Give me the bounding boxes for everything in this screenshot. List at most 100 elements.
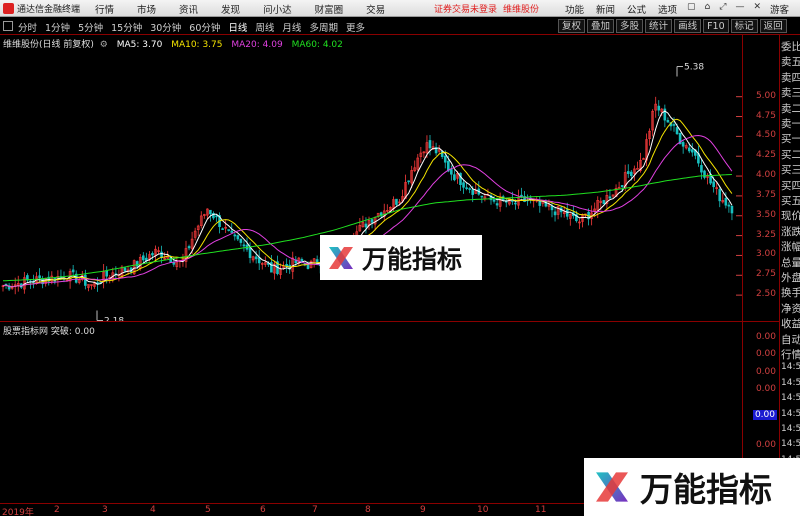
right-menu-item-0[interactable]: 功能 [565,2,584,16]
menu-item-4[interactable]: 问小达 [263,2,292,16]
candle-down [718,189,722,202]
candle-down [690,149,694,153]
side-panel-item: 收益 [781,318,800,331]
maximize-icon[interactable]: ⤢ [719,2,726,12]
menu-item-3[interactable]: 发现 [221,2,240,16]
home-icon[interactable]: ⌂ [705,2,711,12]
right-menu: 功能 新闻 公式 选项 [565,2,689,16]
candle-down [407,180,410,183]
menu-item-1[interactable]: 市场 [137,2,156,16]
guest-label[interactable]: 游客 [770,2,789,16]
candle-down [428,140,432,149]
tool-button-5[interactable]: F10 [703,19,729,33]
side-panel-item: 净资 [781,302,800,315]
candle-down [565,209,569,217]
candle-down [672,124,676,126]
indicator-tick: 0.00 [755,349,776,359]
side-panel-item: 买一 [781,133,800,146]
watermark-corner: 万能指标 [584,458,800,516]
tab-period-3[interactable]: 15分钟 [111,20,142,34]
tool-button-3[interactable]: 统计 [645,19,673,33]
side-panel-item: 14:56 [781,377,800,388]
date-tick: 3 [102,505,108,515]
candle-down [254,256,258,260]
side-panel-item: 自动 [781,333,800,346]
main-menu: 行情 市场 资讯 发现 问小达 财富圈 交易 [95,2,408,16]
candle-down [187,246,191,249]
tab-period-4[interactable]: 30分钟 [150,20,181,34]
tab-period-6[interactable]: 日线 [228,20,247,34]
right-menu-item-2[interactable]: 公式 [627,2,646,16]
candle-down [675,127,679,135]
watermark-center: 万能指标 [320,235,482,280]
candle-down [480,195,484,198]
tool-button-0[interactable]: 复权 [558,19,586,33]
candle-down [471,189,475,195]
quote-side-panel: 委比 卖五 卖四 卖三 卖二 卖一 买一 买二 买三 买四 买五 现价 涨跌 涨幅 总量 外盘 换手 净资 收益 自动… [779,35,800,496]
period-toolbar: 分时 1分钟 5分钟 15分钟 30分钟 60分钟 日线 周线 月线 多周期 更多 复权 叠加 多股 统计… [0,18,800,35]
tool-button-7[interactable]: 返回 [759,19,787,33]
candle-down [465,187,468,189]
side-panel-item: 总量 [781,256,800,269]
period-tabs: 分时 1分钟 5分钟 15分钟 30分钟 60分钟 日线 周线 月线 多周期 更多 [18,20,373,34]
toggle-panel-icon[interactable] [3,21,13,31]
candle-down [230,230,234,233]
login-status[interactable]: 证券交易未登录 维维股份 [434,2,539,15]
price-tick: 4.25 [755,150,776,161]
tab-period-10[interactable]: 更多 [346,20,365,34]
tab-period-8[interactable]: 月线 [282,20,301,34]
chart-tools: 复权 叠加 多股 统计 画线 F10 标记 返回 [558,19,789,33]
tool-button-1[interactable]: 叠加 [587,19,615,33]
tab-period-2[interactable]: 5分钟 [78,20,103,34]
ma5-label: MA5: 3.70 [116,40,163,50]
date-tick: 5 [205,505,211,515]
side-panel-item: 委比 [781,41,800,53]
menu-item-5[interactable]: 财富圈 [315,2,344,16]
menu-item-6[interactable]: 交易 [366,2,385,16]
tab-period-1[interactable]: 1分钟 [45,20,70,34]
tab-period-7[interactable]: 周线 [255,20,274,34]
tab-period-5[interactable]: 60分钟 [189,20,220,34]
price-tick: 3.75 [755,189,776,200]
candle-down [215,215,218,218]
candle-down [209,209,212,215]
date-tick: 2019年 [2,508,34,516]
close-icon[interactable]: ✕ [753,2,761,12]
candle-down [550,205,554,211]
candle-down [38,275,41,279]
side-panel-item: 卖一 [781,118,800,130]
settings-icon: ⚙ [99,40,108,50]
candle-down [172,262,176,265]
candle-down [492,199,496,202]
side-panel-item: 14:56 [781,439,800,450]
minimize-icon[interactable]: — [735,2,744,12]
indicator-tick: 0.00 [755,384,776,394]
tool-button-4[interactable]: 画线 [674,19,702,33]
tab-period-0[interactable]: 分时 [18,20,37,34]
date-tick: 6 [260,505,266,515]
candle-down [239,238,243,243]
candle-down [227,229,230,231]
tool-button-6[interactable]: 标记 [730,19,758,33]
side-panel-item: 买四 [781,179,800,192]
price-tick: 3.25 [755,229,776,240]
right-menu-item-1[interactable]: 新闻 [596,2,615,16]
right-menu-item-3[interactable]: 选项 [658,2,677,16]
ma60-label: MA60: 4.02 [291,40,343,50]
candle-down [236,235,240,240]
menu-item-0[interactable]: 行情 [95,2,114,16]
window-icon[interactable]: ▢ [687,2,696,12]
chart-header: 维维股份(日线 前复权) ⚙ MA5: 3.70 MA10: 3.75 MA20… [3,37,343,50]
menu-item-2[interactable]: 资讯 [179,2,198,16]
price-tick: 2.75 [755,269,776,280]
tool-button-2[interactable]: 多股 [616,19,644,33]
candle-down [462,182,465,188]
side-panel-item: 14:56 [781,362,800,373]
window-controls: ▢ ⌂ ⤢ — ✕ [687,2,761,12]
candle-down [242,244,246,247]
tab-period-9[interactable]: 多周期 [309,20,338,34]
price-axis: 5.00 4.75 4.50 4.25 4.00 3.75 3.50 3.25 3.00 2.75… [742,35,779,321]
side-panel-item: 买五 [781,195,800,207]
side-panel-item: 行情 [781,349,800,361]
candle-down [687,147,691,152]
